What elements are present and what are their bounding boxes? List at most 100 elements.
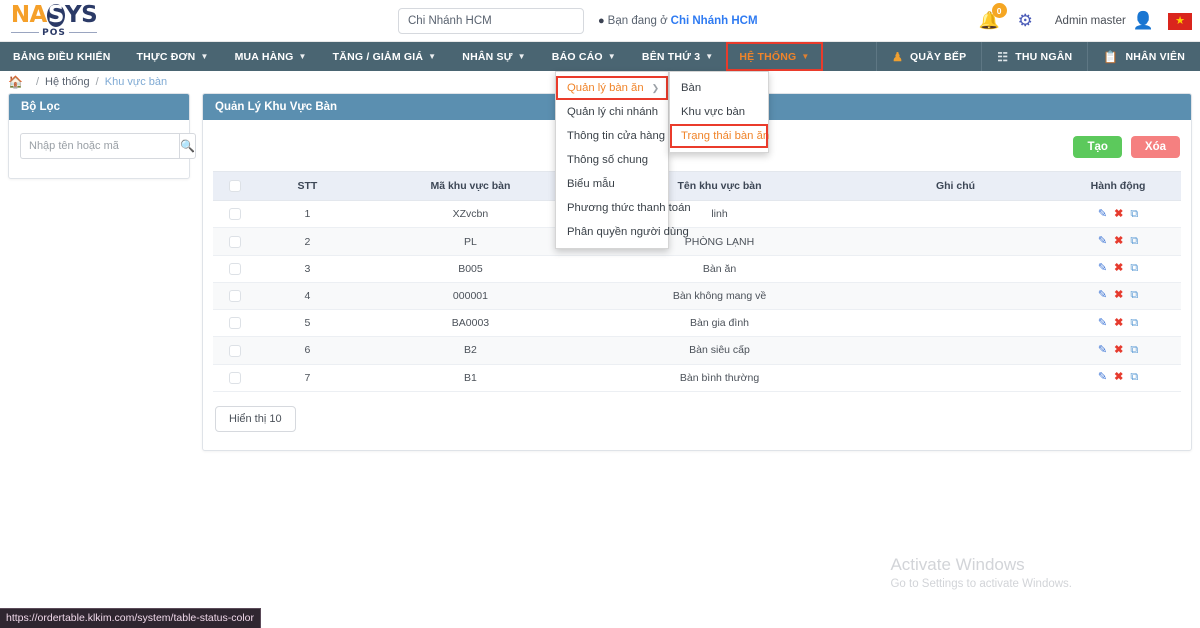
delete-icon[interactable]: ✖ (1114, 372, 1123, 383)
he-thong-dropdown-menu[interactable]: Quản lý bàn ăn ❯ Quản lý chi nhánh Thông ti… (555, 71, 691, 249)
table-row[interactable]: 7 B1 Bàn bình thường ✎ ✖ ⧉ (213, 364, 1181, 392)
branch-selector-area: ● Bạn đang ở Chi Nhánh HCM (398, 8, 758, 34)
user-name-label: Admin master (1054, 15, 1126, 27)
row-select-cell[interactable] (213, 255, 258, 283)
dropdown-item-6[interactable]: Phân quyền người dùng (556, 220, 689, 244)
filter-panel: Bộ Lọc 🔍 (8, 93, 196, 179)
row-select-cell[interactable] (213, 364, 258, 392)
copy-icon[interactable]: ⧉ (1130, 290, 1138, 301)
row-select-cell[interactable] (213, 200, 258, 229)
row-select-cell[interactable] (213, 336, 258, 365)
row-checkbox[interactable] (229, 235, 242, 248)
nav-item-0[interactable]: BẢNG ĐIỀU KHIỂN (0, 42, 124, 71)
row-checkbox[interactable] (229, 290, 242, 303)
search-input[interactable] (20, 133, 179, 159)
row-checkbox[interactable] (229, 208, 242, 221)
watermark-subtitle: Go to Settings to activate Windows. (890, 578, 1072, 590)
show-count-button[interactable]: Hiển thị 10 (215, 405, 296, 432)
dropdown-item-1[interactable]: Quản lý chi nhánh (556, 100, 668, 124)
nav-right-item-0[interactable]: ♟ QUẦY BẾP (876, 42, 981, 71)
edit-icon[interactable]: ✎ (1098, 290, 1107, 301)
delete-icon[interactable]: ✖ (1114, 344, 1123, 356)
row-select-cell[interactable] (213, 227, 258, 256)
dropdown-item-label: Quản lý chi nhánh (567, 106, 659, 118)
language-flag-vn[interactable]: ★ (1168, 12, 1192, 30)
delete-icon[interactable]: ✖ (1114, 208, 1123, 220)
row-select-cell[interactable] (213, 282, 258, 311)
submenu-item-0[interactable]: Bàn (670, 76, 768, 100)
copy-icon[interactable]: ⧉ (1130, 344, 1138, 356)
delete-button[interactable]: Xóa (1130, 136, 1180, 158)
cell-ma-khu-vuc-ban: B005 (357, 255, 584, 283)
select-all-checkbox[interactable] (229, 180, 242, 193)
branch-input[interactable] (398, 8, 584, 34)
logo-subtitle: POS (11, 28, 98, 38)
search-button[interactable]: 🔍 (179, 133, 196, 159)
delete-icon[interactable]: ✖ (1114, 263, 1123, 274)
edit-icon[interactable]: ✎ (1098, 344, 1107, 356)
dropdown-item-0[interactable]: Quản lý bàn ăn ❯ (556, 76, 668, 100)
table-row[interactable]: 3 B005 Bàn ăn ✎ ✖ ⧉ (213, 255, 1181, 283)
top-right-controls: 🔔 0 ⚙ Admin master 👤 ★ (978, 0, 1200, 42)
row-select-cell[interactable] (213, 309, 258, 338)
edit-icon[interactable]: ✎ (1098, 317, 1107, 329)
row-action-icons: ✎ ✖ ⧉ (1059, 236, 1177, 247)
cell-stt: 6 (257, 336, 358, 365)
edit-icon[interactable]: ✎ (1098, 263, 1107, 274)
chevron-down-icon: ▼ (428, 52, 437, 61)
nav-item-2[interactable]: MUA HÀNG ▼ (222, 42, 320, 71)
nav-item-7[interactable]: HỆ THỐNG ▼ (726, 42, 823, 71)
create-button[interactable]: Tạo (1073, 136, 1122, 158)
delete-icon[interactable]: ✖ (1114, 236, 1123, 247)
copy-icon[interactable]: ⧉ (1130, 372, 1138, 383)
nav-item-4[interactable]: NHÂN SỰ ▼ (449, 42, 539, 71)
cash-register-icon: ☷ (997, 49, 1009, 64)
nav-item-3[interactable]: TĂNG / GIẢM GIÁ ▼ (320, 42, 450, 71)
dropdown-item-3[interactable]: Thông số chung (556, 148, 668, 172)
table-row[interactable]: 1 XZvcbn linh ✎ ✖ ⧉ (213, 200, 1181, 229)
edit-icon[interactable]: ✎ (1098, 372, 1107, 383)
delete-icon[interactable]: ✖ (1114, 290, 1123, 301)
chevron-down-icon: ▼ (200, 52, 209, 61)
home-icon[interactable]: 🏠 (8, 75, 23, 89)
dropdown-item-4[interactable]: Biểu mẫu (556, 172, 668, 196)
row-checkbox[interactable] (229, 371, 242, 384)
table-row[interactable]: 5 BA0003 Bàn gia đình ✎ ✖ ⧉ (213, 309, 1181, 338)
submenu-item-2[interactable]: Trạng thái bàn ăn (670, 124, 769, 148)
row-checkbox[interactable] (229, 262, 242, 275)
breadcrumb-item-khu-vuc-ban[interactable]: Khu vực bàn (105, 76, 167, 88)
app-logo[interactable]: NASYS POS (0, 3, 100, 38)
copy-icon[interactable]: ⧉ (1130, 317, 1138, 329)
gear-icon[interactable]: ⚙ (1018, 11, 1033, 31)
copy-icon[interactable]: ⧉ (1130, 236, 1138, 247)
nav-right-item-1[interactable]: ☷ THU NGÂN (981, 42, 1087, 71)
delete-icon[interactable]: ✖ (1114, 317, 1123, 329)
breadcrumb-item-he-thong[interactable]: Hệ thống (45, 76, 90, 88)
nav-item-6[interactable]: BÊN THỨ 3 ▼ (629, 42, 726, 71)
avatar-icon[interactable]: 👤 (1133, 11, 1154, 31)
dropdown-item-5[interactable]: Phương thức thanh toán (556, 196, 691, 220)
table-row[interactable]: 6 B2 Bàn siêu cấp ✎ ✖ ⧉ (213, 336, 1181, 365)
table-row[interactable]: 2 PL PHÒNG LẠNH ✎ ✖ ⧉ (213, 227, 1181, 256)
clipboard-icon: 📋 (1103, 49, 1119, 64)
row-action-icons: ✎ ✖ ⧉ (1059, 208, 1177, 220)
copy-icon[interactable]: ⧉ (1130, 263, 1138, 274)
submenu-item-1[interactable]: Khu vực bàn (670, 100, 768, 124)
edit-icon[interactable]: ✎ (1098, 208, 1107, 220)
notifications-button[interactable]: 🔔 0 (978, 3, 1007, 31)
edit-icon[interactable]: ✎ (1098, 236, 1107, 247)
row-checkbox[interactable] (229, 317, 242, 330)
nav-right-item-2[interactable]: 📋 NHÂN VIÊN (1087, 42, 1200, 71)
header-select-all[interactable] (213, 170, 258, 202)
row-checkbox[interactable] (229, 344, 242, 357)
dropdown-item-2[interactable]: Thông tin cửa hàng (556, 124, 668, 148)
breadcrumb-separator-1: / (35, 76, 40, 88)
logo-line-right (68, 32, 98, 33)
nav-item-1[interactable]: THỰC ĐƠN ▼ (124, 42, 222, 71)
quan-ly-ban-an-submenu[interactable]: Bàn Khu vực bàn Trạng thái bàn ăn (669, 71, 769, 153)
nav-item-5[interactable]: BÁO CÁO ▼ (539, 42, 629, 71)
cell-ghi-chu (855, 200, 1056, 229)
table-row[interactable]: 4 000001 Bàn không mang về ✎ ✖ ⧉ (213, 282, 1181, 311)
copy-icon[interactable]: ⧉ (1130, 208, 1138, 220)
cell-ghi-chu (855, 336, 1056, 365)
